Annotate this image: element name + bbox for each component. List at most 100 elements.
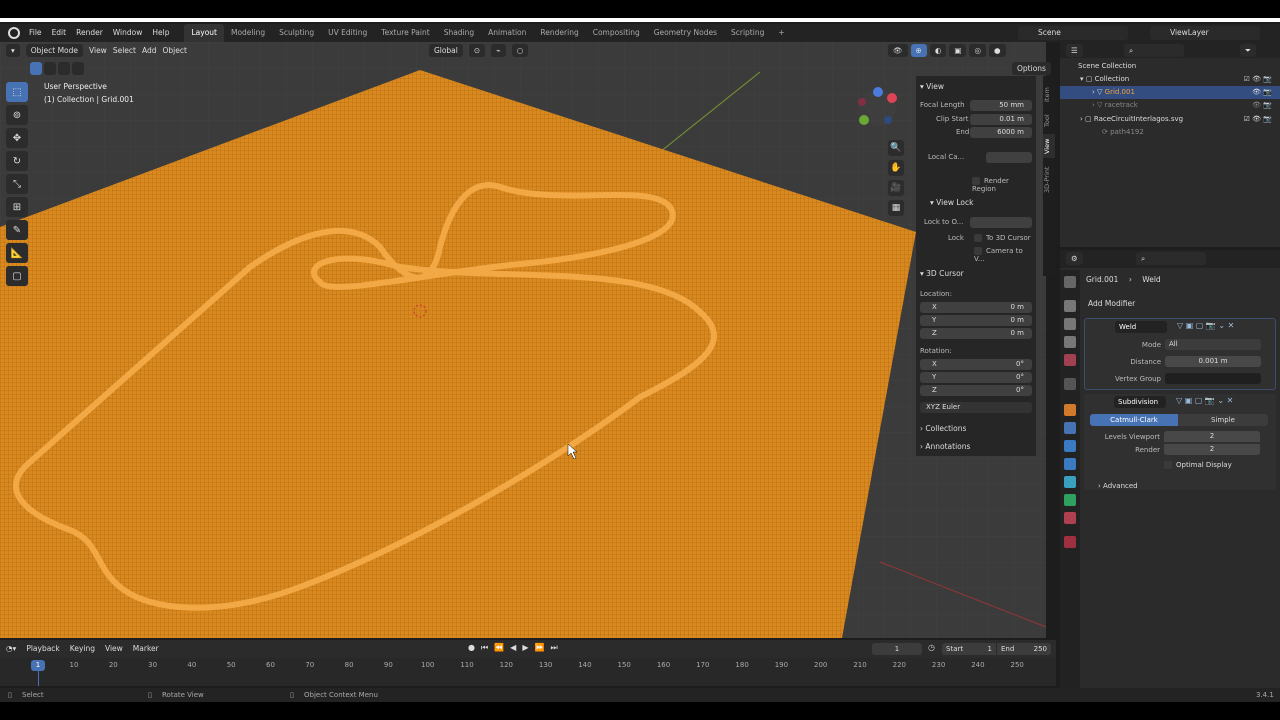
marker-menu[interactable]: Marker <box>133 644 159 653</box>
outliner-search-icon[interactable]: ⌕ <box>1124 44 1184 57</box>
properties-search-icon[interactable]: ⌕ <box>1136 252 1206 265</box>
cursor-section-header[interactable]: ▾ 3D Cursor <box>920 269 964 278</box>
tab-sculpting[interactable]: Sculpting <box>272 24 321 42</box>
grid-visibility-icon[interactable]: 👁 📷 <box>1252 86 1272 99</box>
tab-texture-paint[interactable]: Texture Paint <box>374 24 436 42</box>
weld-mode-dropdown[interactable]: All <box>1165 339 1261 350</box>
view-lock-header[interactable]: ▾ View Lock <box>930 198 973 207</box>
tab-compositing[interactable]: Compositing <box>586 24 647 42</box>
properties-editor-icon[interactable]: ⚙ <box>1066 252 1083 265</box>
record-icon[interactable]: ● <box>468 643 475 653</box>
particles-tab-icon[interactable] <box>1064 440 1076 452</box>
location-y-field[interactable]: Y 0 m <box>920 315 1032 326</box>
local-camera-field[interactable] <box>986 152 1032 163</box>
weld-name-field[interactable]: Weld <box>1115 321 1167 333</box>
subdivision-toggle-icons[interactable]: ▽ ▣ ▢ 📷 ⌄ ✕ <box>1176 396 1233 405</box>
editor-type-button[interactable]: ▾ <box>6 43 20 57</box>
annotate-tool-icon[interactable]: ✎ <box>6 220 28 240</box>
location-x-field[interactable]: X 0 m <box>920 302 1032 313</box>
location-z-field[interactable]: Z 0 m <box>920 328 1032 339</box>
outliner-collection[interactable]: ▾ ▢ Collection ☑ 👁 📷 <box>1060 73 1280 86</box>
end-frame-field[interactable]: End 250 <box>997 643 1051 655</box>
camera-icon[interactable]: 🎥 <box>888 180 904 196</box>
jump-start-icon[interactable]: ⏮ <box>481 643 488 653</box>
svg-visibility-icon[interactable]: ☑ 👁 📷 <box>1244 113 1272 126</box>
camera-to-view-checkbox[interactable] <box>974 247 982 255</box>
timeline-editor-icon[interactable]: ◔▾ <box>6 644 16 653</box>
sidebar-tab-tool[interactable]: Tool <box>1043 110 1055 132</box>
play-reverse-icon[interactable]: ◀ <box>510 643 516 653</box>
pivot-icon[interactable]: ⊙ <box>468 43 486 57</box>
render-region-row[interactable]: Render Region <box>920 177 1032 193</box>
sidebar-tab-view[interactable]: View <box>1043 134 1055 158</box>
constraints-tab-icon[interactable] <box>1064 476 1076 488</box>
view-section-header[interactable]: ▾ View <box>920 82 944 91</box>
jump-end-icon[interactable]: ⏭ <box>550 643 557 653</box>
blender-logo-icon[interactable] <box>8 27 20 39</box>
shading-solid-icon[interactable]: ● <box>989 44 1006 57</box>
rotation-y-field[interactable]: Y 0° <box>920 372 1032 383</box>
rotation-z-field[interactable]: Z 0° <box>920 385 1032 396</box>
select-subtract-icon[interactable] <box>58 62 70 75</box>
render-tab-icon[interactable] <box>1064 300 1076 312</box>
world-tab-icon[interactable] <box>1064 378 1076 390</box>
outliner-filter-icon[interactable]: ⏷ <box>1240 44 1256 57</box>
viewlayer-selector[interactable]: ViewLayer <box>1150 26 1260 40</box>
step-forward-icon[interactable]: ⏩ <box>534 643 544 653</box>
scale-tool-icon[interactable]: ⤡ <box>6 174 28 194</box>
menu-help[interactable]: Help <box>147 24 174 42</box>
select-extend-icon[interactable] <box>44 62 56 75</box>
pan-hand-icon[interactable]: ✋ <box>888 160 904 176</box>
optimal-display-checkbox[interactable] <box>1164 461 1172 469</box>
texture-tab-icon[interactable] <box>1064 536 1076 548</box>
camera-to-view-row[interactable]: Camera to V... <box>920 247 1032 263</box>
rotation-x-field[interactable]: X 0° <box>920 359 1032 370</box>
object-tab-icon[interactable] <box>1064 404 1076 416</box>
collection-visibility-icon[interactable]: ☑ 👁 📷 <box>1244 73 1272 86</box>
view-layer-tab-icon[interactable] <box>1064 336 1076 348</box>
lock-object-field[interactable] <box>970 217 1032 228</box>
modifier-tab-icon[interactable] <box>1064 422 1076 434</box>
tab-geometry-nodes[interactable]: Geometry Nodes <box>647 24 724 42</box>
scene-selector[interactable]: Scene <box>1018 26 1128 40</box>
select-new-icon[interactable] <box>30 62 42 75</box>
clip-end-field[interactable]: 6000 m <box>970 127 1032 138</box>
cursor-tool-icon[interactable]: ⊚ <box>6 105 28 125</box>
collections-section[interactable]: › Collections <box>920 424 966 433</box>
outliner-racetrack[interactable]: › ▽ racetrack 👁 📷 <box>1060 99 1280 112</box>
weld-toggle-icons[interactable]: ▽ ▣ ▢ 📷 ⌄ ✕ <box>1177 321 1234 330</box>
outliner-path4192[interactable]: ⟳ path4192 <box>1060 126 1280 139</box>
render-levels-field[interactable]: 2 <box>1164 444 1260 455</box>
annotations-section[interactable]: › Annotations <box>920 442 970 451</box>
menu-render[interactable]: Render <box>71 24 108 42</box>
outliner-grid-001[interactable]: › ▽ Grid.001 👁 📷 <box>1060 86 1280 99</box>
tool-tab-icon[interactable] <box>1064 276 1076 288</box>
scene-tab-icon[interactable] <box>1064 354 1076 366</box>
overlay-icon[interactable]: ◐ <box>929 44 947 57</box>
tab-modeling[interactable]: Modeling <box>224 24 272 42</box>
timeline-view-menu[interactable]: View <box>105 644 123 653</box>
tab-uv-editing[interactable]: UV Editing <box>321 24 374 42</box>
ortho-grid-icon[interactable]: ▦ <box>888 200 904 216</box>
subdivision-name-field[interactable]: Subdivision <box>1114 396 1166 408</box>
sidebar-tab-item[interactable]: Item <box>1043 82 1055 108</box>
step-back-icon[interactable]: ⏪ <box>494 643 504 653</box>
simple-button[interactable]: Simple <box>1178 414 1268 426</box>
to-cursor-checkbox[interactable] <box>973 234 982 242</box>
options-dropdown[interactable]: Options <box>1012 62 1051 75</box>
navigation-gizmo[interactable] <box>852 86 904 136</box>
keying-menu[interactable]: Keying <box>70 644 95 653</box>
current-frame-field[interactable]: 1 <box>872 643 922 655</box>
tab-scripting[interactable]: Scripting <box>724 24 771 42</box>
racetrack-visibility-icon[interactable]: 👁 📷 <box>1252 99 1272 112</box>
snap-icon[interactable]: ⌁ <box>491 43 506 57</box>
select-box-tool-icon[interactable]: ⬚ <box>6 82 28 102</box>
add-menu[interactable]: Add <box>142 46 157 55</box>
object-mode-dropdown[interactable]: Object Mode <box>25 43 84 57</box>
tab-rendering[interactable]: Rendering <box>533 24 585 42</box>
catmull-clark-button[interactable]: Catmull-Clark <box>1090 414 1178 426</box>
rotate-tool-icon[interactable]: ↻ <box>6 151 28 171</box>
orientation-dropdown[interactable]: Global <box>428 43 463 57</box>
start-frame-field[interactable]: Start 1 <box>942 643 996 655</box>
select-menu[interactable]: Select <box>113 46 136 55</box>
